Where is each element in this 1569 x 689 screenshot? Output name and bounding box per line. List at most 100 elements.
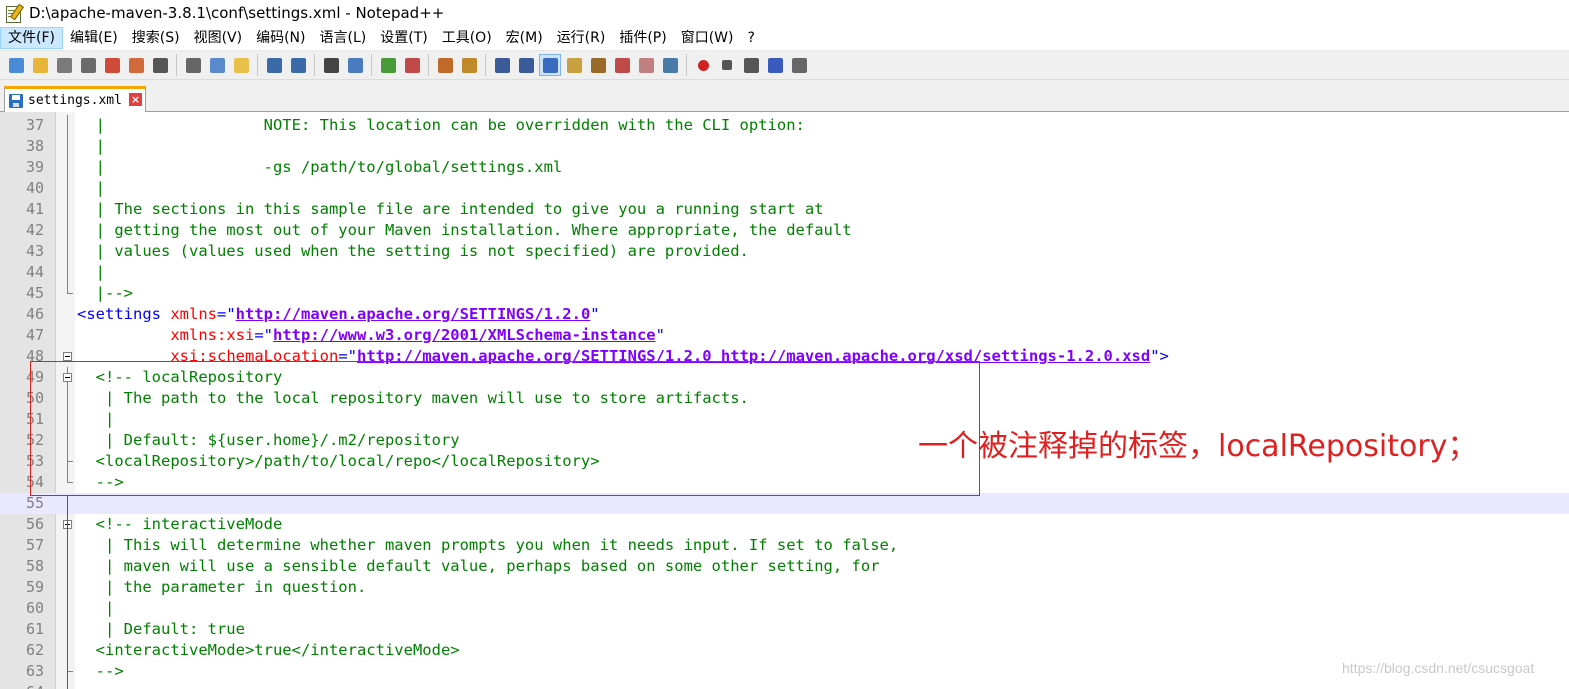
redo-icon[interactable] — [287, 54, 309, 76]
code-token: <settings — [77, 305, 171, 323]
run-macro-multiple-icon[interactable] — [764, 54, 786, 76]
print-icon[interactable] — [149, 54, 171, 76]
doc-list-icon[interactable] — [635, 54, 657, 76]
code-line[interactable]: 44 | — [0, 262, 1569, 283]
code-token: | The sections in this sample file are i… — [77, 200, 824, 218]
tab-settings-xml[interactable]: settings.xml × — [4, 86, 146, 112]
fold-collapse-icon[interactable] — [63, 352, 72, 361]
play-macro-icon[interactable] — [740, 54, 762, 76]
code-text: | getting the most out of your Maven ins… — [77, 220, 852, 241]
menu-bar: 文件(F) 编辑(E) 搜索(S) 视图(V) 编码(N) 语言(L) 设置(T) 工具(O)… — [0, 26, 1569, 50]
code-line[interactable]: 59 | the parameter in question. — [0, 577, 1569, 598]
code-token: xmlns — [170, 305, 217, 323]
paste-icon[interactable] — [230, 54, 252, 76]
menu-item[interactable]: 搜索(S) — [125, 27, 187, 49]
zoom-in-icon[interactable] — [377, 54, 399, 76]
menu-item[interactable]: 编辑(E) — [63, 27, 125, 49]
save-macro-icon[interactable] — [788, 54, 810, 76]
replace-icon[interactable] — [344, 54, 366, 76]
code-token: | This will determine whether maven prom… — [77, 536, 899, 554]
code-line[interactable]: 37 | NOTE: This location can be overridd… — [0, 115, 1569, 136]
zoom-out-icon-glyph — [404, 57, 420, 73]
sync-v-icon[interactable] — [434, 54, 456, 76]
code-line[interactable]: 60 | — [0, 598, 1569, 619]
doc-map-icon[interactable] — [563, 54, 585, 76]
code-line[interactable]: 56 <!-- interactiveMode — [0, 514, 1569, 535]
line-number: 63 — [25, 662, 44, 680]
line-number: 47 — [25, 326, 44, 344]
indent-guide-icon[interactable] — [539, 54, 561, 76]
code-text: | The sections in this sample file are i… — [77, 199, 824, 220]
code-line[interactable]: 57 | This will determine whether maven p… — [0, 535, 1569, 556]
close-icon[interactable] — [101, 54, 123, 76]
run-macro-multiple-icon-glyph — [767, 57, 783, 73]
code-line[interactable]: 63 --> — [0, 661, 1569, 682]
code-line[interactable]: 42 | getting the most out of your Maven … — [0, 220, 1569, 241]
folder-workspace-icon[interactable] — [611, 54, 633, 76]
menu-item[interactable]: 运行(R) — [550, 27, 613, 49]
save-icon[interactable] — [53, 54, 75, 76]
menu-item[interactable]: 工具(O) — [435, 27, 499, 49]
code-token: "> — [1150, 347, 1169, 365]
copy-icon[interactable] — [206, 54, 228, 76]
code-url[interactable]: http://maven.apache.org/SETTINGS/1.2.0 — [236, 305, 591, 323]
menu-item[interactable]: 宏(M) — [499, 27, 550, 49]
menu-item[interactable]: 文件(F) — [0, 27, 63, 49]
code-line[interactable]: 41 | The sections in this sample file ar… — [0, 199, 1569, 220]
cut-icon-glyph — [185, 57, 201, 73]
line-number: 62 — [25, 641, 44, 659]
code-token: =" — [217, 305, 236, 323]
line-number: 38 — [25, 137, 44, 155]
monitor-icon[interactable] — [659, 54, 681, 76]
close-tab-icon[interactable]: × — [129, 93, 142, 106]
menu-item[interactable]: 语言(L) — [313, 27, 374, 49]
line-number: 56 — [25, 515, 44, 533]
code-line[interactable]: 47 xmlns:xsi="http://www.w3.org/2001/XML… — [0, 325, 1569, 346]
new-file-icon[interactable] — [5, 54, 27, 76]
tab-bar: settings.xml × — [0, 80, 1569, 112]
menu-item[interactable]: 插件(P) — [612, 27, 673, 49]
find-icon[interactable] — [320, 54, 342, 76]
toolbar-separator — [371, 54, 372, 76]
function-list-icon[interactable] — [587, 54, 609, 76]
stop-record-icon[interactable] — [716, 54, 738, 76]
play-macro-icon-glyph — [743, 57, 759, 73]
line-number: 61 — [25, 620, 44, 638]
record-macro-icon[interactable] — [692, 54, 714, 76]
menu-item[interactable]: 编码(N) — [249, 27, 312, 49]
code-url[interactable]: http://www.w3.org/2001/XMLSchema-instanc… — [273, 326, 656, 344]
code-line[interactable]: 45 |--> — [0, 283, 1569, 304]
close-all-icon[interactable] — [125, 54, 147, 76]
sync-h-icon[interactable] — [458, 54, 480, 76]
code-line[interactable]: 62 <interactiveMode>true</interactiveMod… — [0, 640, 1569, 661]
cut-icon[interactable] — [182, 54, 204, 76]
code-text: |--> — [77, 283, 133, 304]
save-all-icon[interactable] — [77, 54, 99, 76]
doc-map-icon-glyph — [566, 57, 582, 73]
show-all-chars-icon[interactable] — [515, 54, 537, 76]
word-wrap-icon-glyph — [494, 57, 510, 73]
menu-item[interactable]: 窗口(W) — [674, 27, 741, 49]
word-wrap-icon[interactable] — [491, 54, 513, 76]
code-line[interactable]: 38 | — [0, 136, 1569, 157]
line-number: 39 — [25, 158, 44, 176]
watermark: https://blog.csdn.net/csucsgoat — [1342, 660, 1535, 676]
menu-item[interactable]: ? — [741, 27, 762, 49]
code-line[interactable]: 43 | values (values used when the settin… — [0, 241, 1569, 262]
menu-item[interactable]: 设置(T) — [373, 27, 434, 49]
open-file-icon[interactable] — [29, 54, 51, 76]
line-number: 64 — [0, 682, 44, 689]
code-line[interactable]: 64 — [0, 682, 1569, 689]
code-line[interactable]: 40 | — [0, 178, 1569, 199]
code-line[interactable]: 39 | -gs /path/to/global/settings.xml — [0, 157, 1569, 178]
zoom-out-icon[interactable] — [401, 54, 423, 76]
code-text: --> — [77, 661, 124, 682]
toolbar-separator — [485, 54, 486, 76]
menu-item[interactable]: 视图(V) — [187, 27, 250, 49]
code-line[interactable]: 58 | maven will use a sensible default v… — [0, 556, 1569, 577]
undo-icon[interactable] — [263, 54, 285, 76]
code-line[interactable]: 46 <settings xmlns="http://maven.apache.o… — [0, 304, 1569, 325]
sync-h-icon-glyph — [461, 57, 477, 73]
code-line[interactable]: 55 — [0, 493, 1569, 514]
code-line[interactable]: 61 | Default: true — [0, 619, 1569, 640]
